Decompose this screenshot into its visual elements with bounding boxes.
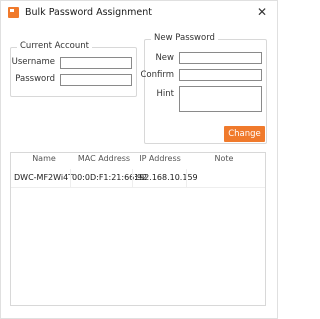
table-row[interactable]: DWC-MF2Wi4T 00:0D:F1:21:66:92 192.168.10… xyxy=(11,169,265,188)
title-bar: Bulk Password Assignment ✕ xyxy=(1,1,277,25)
confirm-password-field[interactable] xyxy=(179,69,262,81)
bulk-password-dialog: Bulk Password Assignment ✕ Current Accou… xyxy=(0,0,278,319)
window-title: Bulk Password Assignment xyxy=(25,7,153,18)
column-divider xyxy=(70,169,71,188)
column-divider xyxy=(132,169,133,188)
username-label: Username xyxy=(11,57,55,67)
cell-name: DWC-MF2Wi4T xyxy=(14,173,74,182)
column-header-ip[interactable]: IP Address xyxy=(134,154,186,163)
password-field[interactable] xyxy=(60,74,132,86)
change-button[interactable]: Change xyxy=(224,126,265,142)
table-header: Name MAC Address IP Address Note xyxy=(11,153,265,165)
current-account-group: Current Account Username Password xyxy=(10,41,137,97)
password-label: Password xyxy=(15,74,55,84)
app-icon xyxy=(8,7,19,18)
new-password-field[interactable] xyxy=(179,52,262,64)
current-account-legend: Current Account xyxy=(17,41,92,51)
confirm-label: Confirm xyxy=(140,70,174,80)
close-icon[interactable]: ✕ xyxy=(255,5,269,19)
username-field[interactable] xyxy=(60,57,132,69)
column-header-mac[interactable]: MAC Address xyxy=(75,154,133,163)
new-password-legend: New Password xyxy=(151,33,218,43)
hint-field[interactable] xyxy=(179,86,262,112)
column-header-note[interactable]: Note xyxy=(209,154,239,163)
cell-ip-address: 192.168.10.159 xyxy=(134,173,198,182)
column-divider xyxy=(186,169,187,188)
device-table: Name MAC Address IP Address Note DWC-MF2… xyxy=(10,152,266,306)
new-label: New xyxy=(155,53,174,63)
hint-label: Hint xyxy=(156,89,174,99)
column-header-name[interactable]: Name xyxy=(29,154,59,163)
